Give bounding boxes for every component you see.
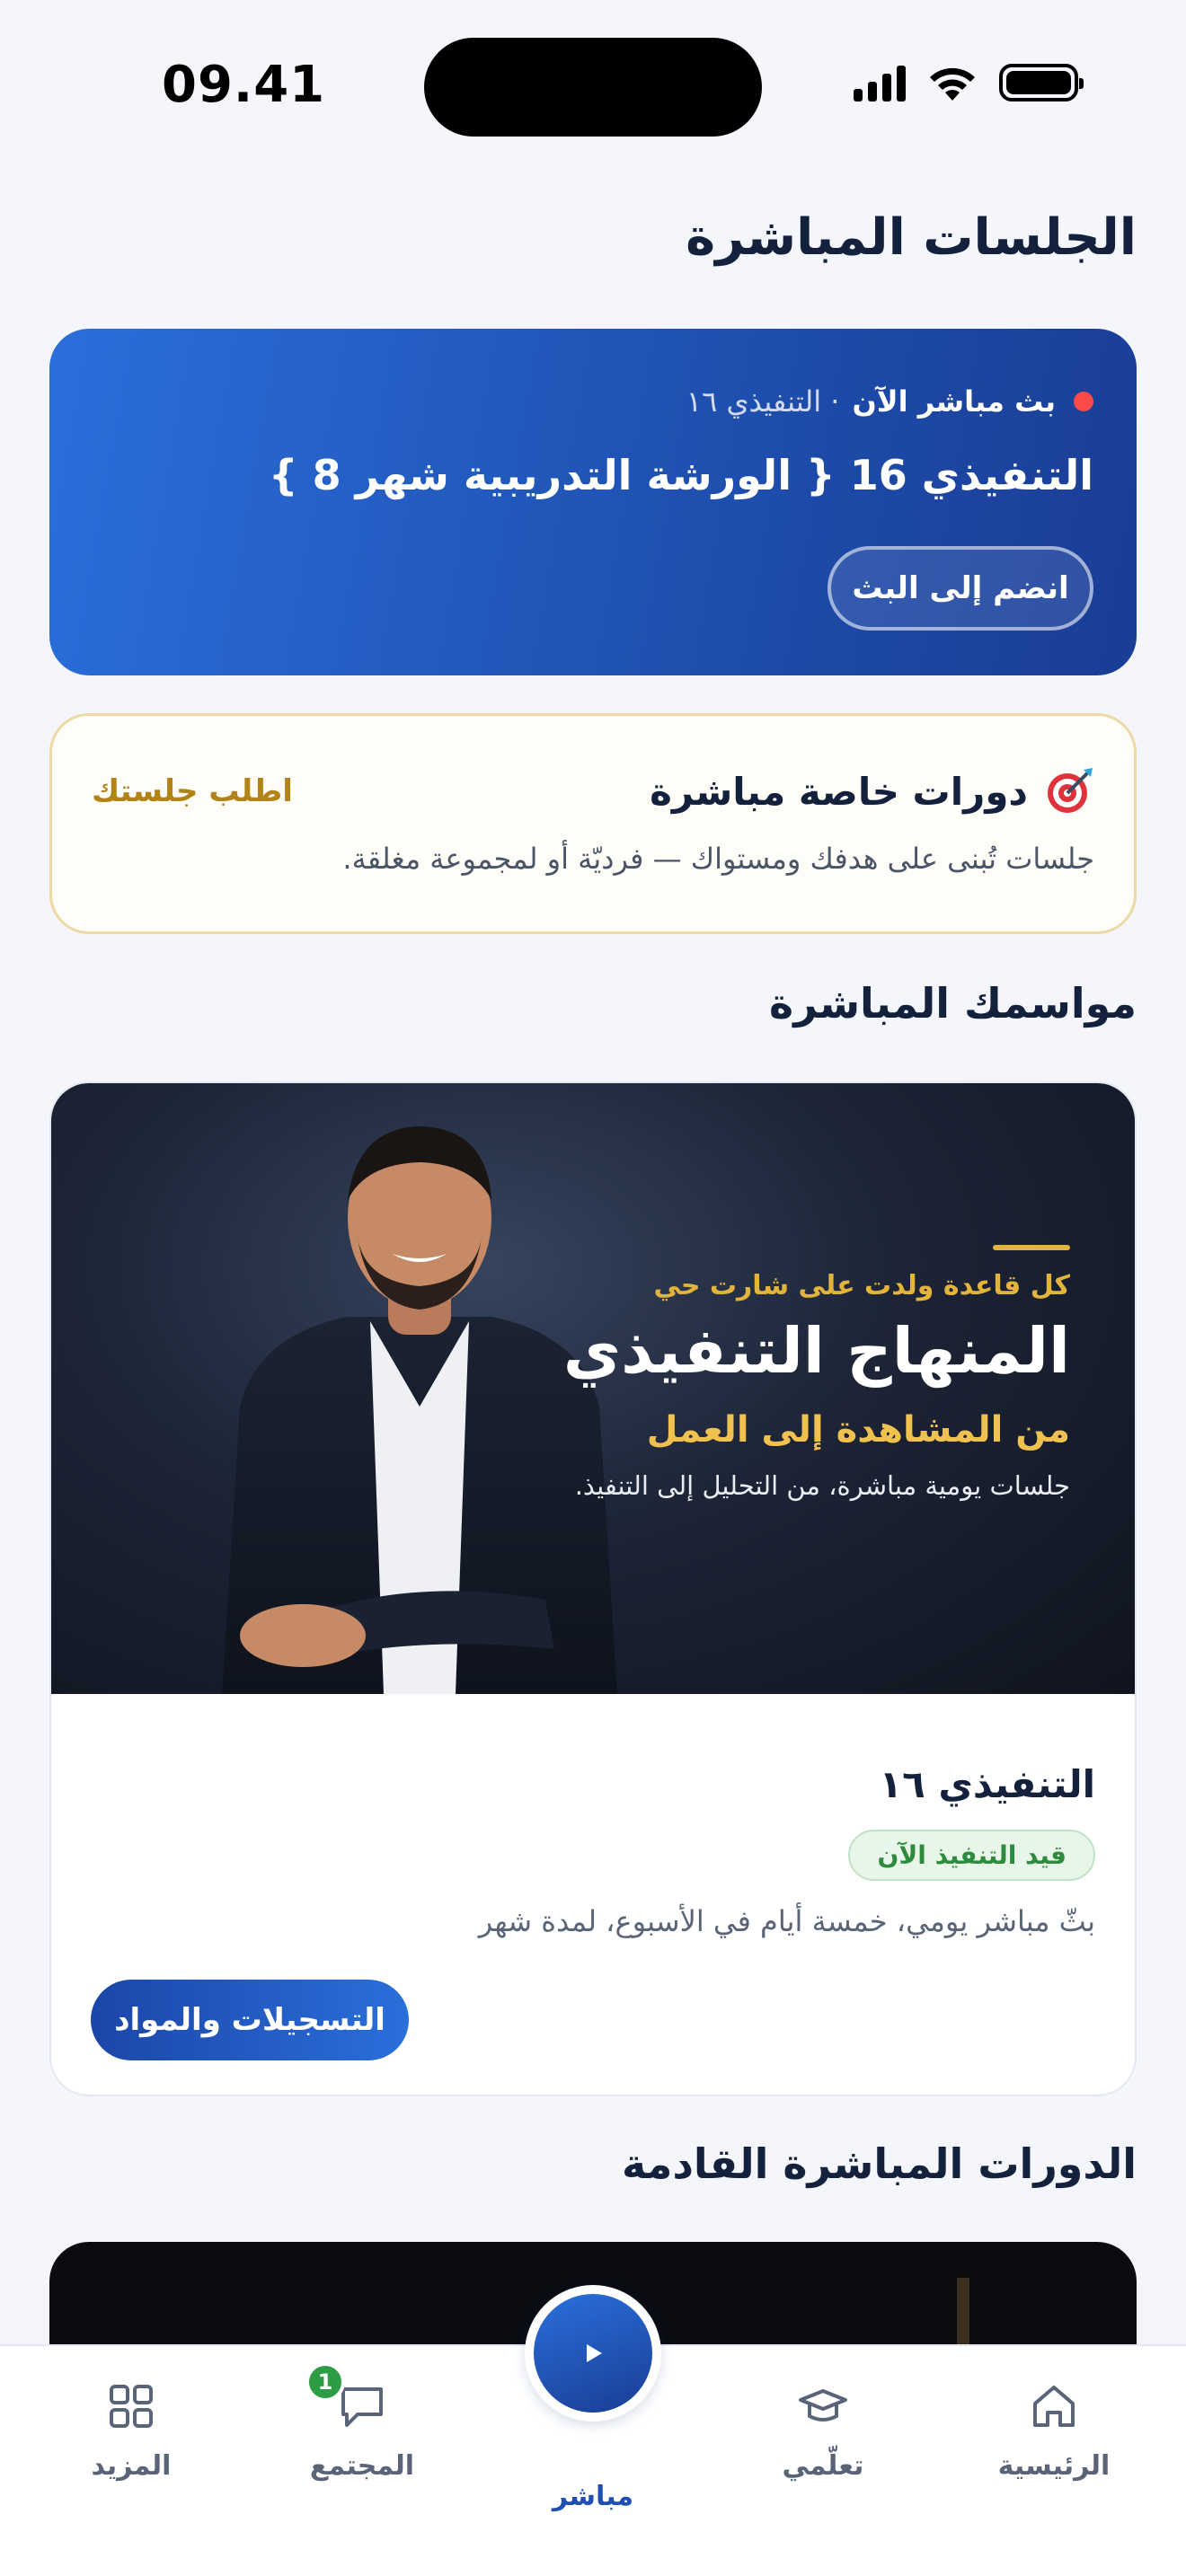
seasons-section-title: مواسمك المباشرة (769, 979, 1137, 1028)
tab-learn[interactable]: تعلّمي (724, 2378, 922, 2482)
live-fab-inner (534, 2294, 652, 2413)
live-status-row: بث مباشر الآن · التنفيذي ١٦ (93, 384, 1093, 419)
notification-badge: 1 (305, 2362, 345, 2402)
season-description: بثّ مباشر يومي، خمسة أيام في الأسبوع، لم… (478, 1904, 1095, 1938)
live-sessions-screen: 09.41 الجلسات المباشرة بث مباشر الآن · ا… (0, 0, 1186, 2576)
banner-text: كل قاعدة ولدت على شارت حي المنهاج التنفي… (563, 1245, 1070, 1501)
banner-note: جلسات يومية مباشرة، من التحليل إلى التنف… (574, 1470, 1070, 1501)
private-courses-title: دورات خاصة مباشرة (650, 769, 1028, 814)
dynamic-island (424, 38, 762, 137)
status-time: 09.41 (162, 56, 326, 114)
upcoming-section-title: الدورات المباشرة القادمة (621, 2139, 1137, 2188)
graduation-cap-icon (799, 2389, 847, 2422)
request-session-link[interactable]: اطلب جلستك (92, 773, 293, 809)
status-badge: قيد التنفيذ الآن (848, 1830, 1095, 1881)
tab-home-label: الرئيسية (997, 2450, 1111, 2482)
tab-community-label: المجتمع (309, 2450, 415, 2482)
private-courses-card[interactable]: دورات خاصة مباشرة اطلب جلستك جلسات تُبنى… (49, 713, 1137, 934)
battery-icon (999, 64, 1084, 101)
tab-learn-label: تعلّمي (782, 2450, 864, 2482)
tab-live[interactable]: مباشر (494, 2481, 692, 2512)
live-dot-icon (1074, 392, 1093, 411)
season-details: التنفيذي ١٦ قيد التنفيذ الآن بثّ مباشر ي… (51, 1694, 1135, 2095)
live-fab-button[interactable] (525, 2285, 661, 2422)
private-courses-description: جلسات تُبنى على هدفك ومستواك — فرديّة أو… (342, 842, 1094, 876)
tab-home[interactable]: الرئيسية (955, 2378, 1153, 2482)
tab-more-label: المزيد (91, 2450, 172, 2482)
live-session-name: · التنفيذي ١٦ (686, 384, 840, 419)
season-banner: كل قاعدة ولدت على شارت حي المنهاج التنفي… (51, 1083, 1135, 1694)
cellular-signal-icon (854, 64, 906, 101)
banner-divider (993, 1245, 1070, 1250)
banner-subtitle: من المشاهدة إلى العمل (646, 1409, 1070, 1451)
join-stream-button[interactable]: انضم إلى البث (828, 546, 1093, 631)
wifi-icon (930, 67, 975, 101)
play-icon (587, 2344, 602, 2362)
home-icon (1033, 2386, 1075, 2427)
status-bar: 09.41 (0, 0, 1186, 180)
live-label: بث مباشر الآن (852, 384, 1056, 419)
status-icons (854, 63, 1084, 102)
tab-live-label: مباشر (552, 2481, 634, 2512)
live-now-card[interactable]: بث مباشر الآن · التنفيذي ١٦ التنفيذي 16 … (49, 329, 1137, 675)
recordings-materials-button[interactable]: التسجيلات والمواد (91, 1980, 409, 2060)
tab-more[interactable]: المزيد (32, 2378, 230, 2482)
page-title: الجلسات المباشرة (686, 208, 1137, 267)
live-session-title: التنفيذي 16 { الورشة التدريبية شهر 8 } (268, 451, 1093, 499)
banner-kicker: كل قاعدة ولدت على شارت حي (653, 1270, 1070, 1301)
grid-icon (110, 2385, 153, 2428)
season-name: التنفيذي ١٦ (879, 1762, 1096, 1806)
target-icon (1048, 768, 1093, 813)
season-card[interactable]: كل قاعدة ولدت على شارت حي المنهاج التنفي… (49, 1081, 1137, 2096)
banner-title: المنهاج التنفيذي (562, 1314, 1070, 1388)
tab-community[interactable]: المجتمع (263, 2378, 461, 2482)
